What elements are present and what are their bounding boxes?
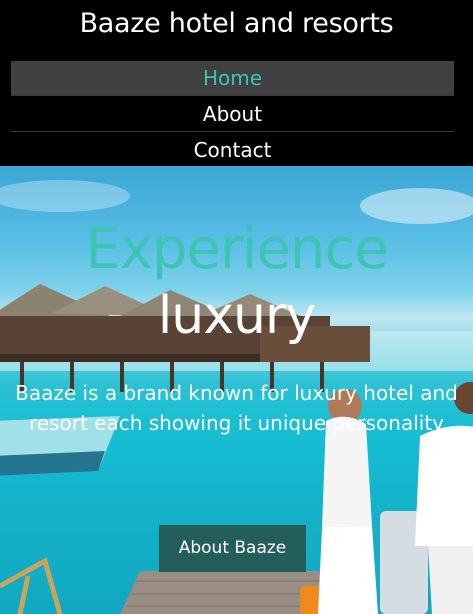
hero-headline-luxury: luxury xyxy=(157,286,316,346)
nav-item-contact[interactable]: Contact xyxy=(11,133,454,167)
site-header: Baaze hotel and resorts Home About Conta… xyxy=(0,0,473,166)
hero-section: Experience luxury Baaze is a brand known… xyxy=(0,166,473,614)
hero-headline-experience: Experience xyxy=(85,217,388,282)
about-baaze-button[interactable]: About Baaze xyxy=(159,525,306,572)
nav-item-home[interactable]: Home xyxy=(11,61,454,96)
site-title: Baaze hotel and resorts xyxy=(79,8,394,39)
main-nav: Home About Contact xyxy=(11,61,454,168)
nav-item-about[interactable]: About xyxy=(11,97,454,132)
hero-tagline: Baaze is a brand known for luxury hotel … xyxy=(15,381,458,435)
